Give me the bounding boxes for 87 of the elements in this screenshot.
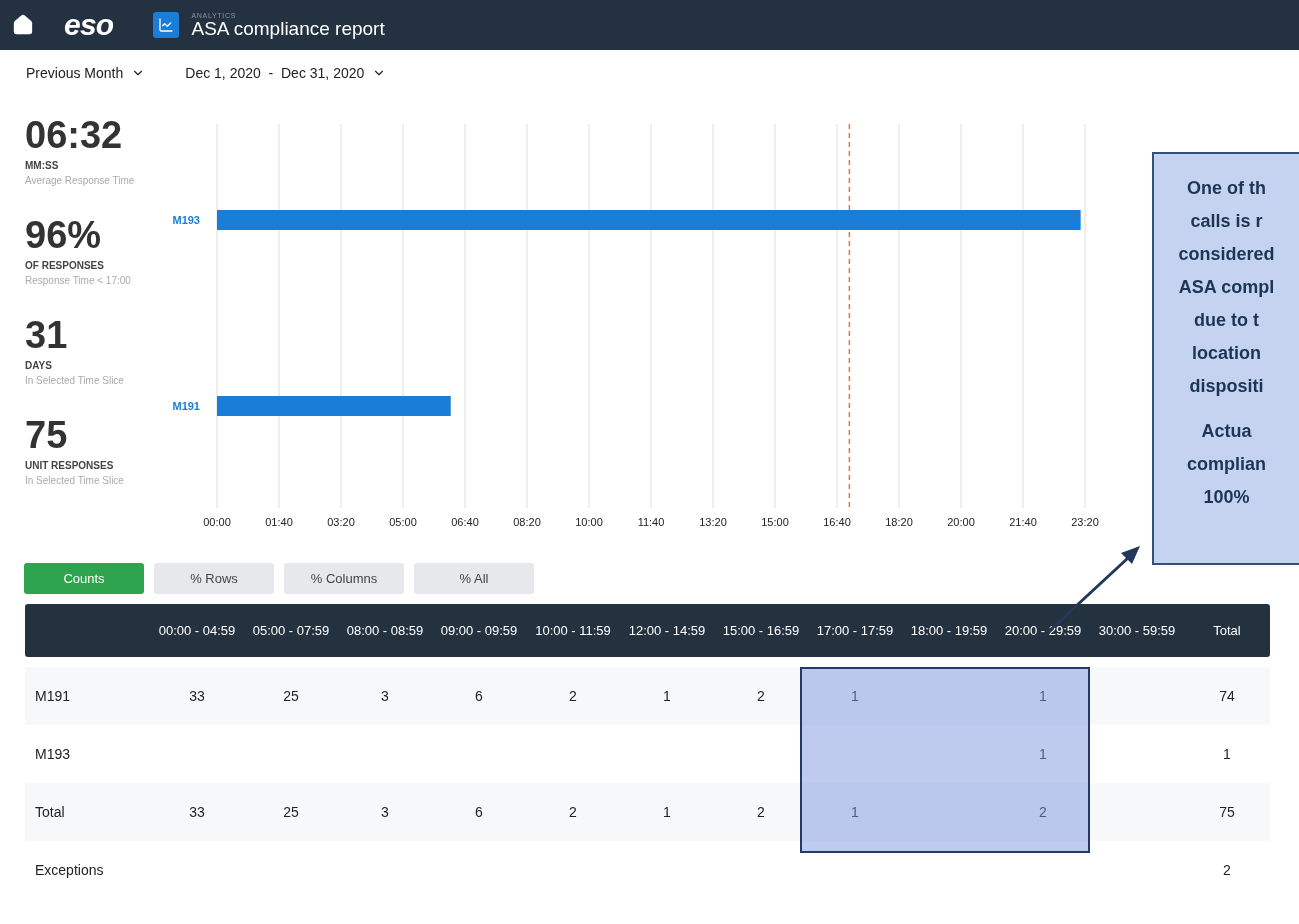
table-cell-text: 75 <box>1219 802 1235 822</box>
column-header: 05:00 - 07:59 <box>251 621 331 640</box>
chart-icon <box>153 12 180 38</box>
axis-tick-label: 05:00 <box>389 516 417 528</box>
stat-label: DAYS <box>25 359 53 373</box>
callout-text: 100% <box>1203 486 1250 509</box>
column-header: 15:00 - 16:59 <box>721 621 801 640</box>
stat-caption: In Selected Time Slice <box>25 374 125 388</box>
callout-text: One of th <box>1187 177 1266 200</box>
axis-tick-label: 06:40 <box>451 516 479 528</box>
axis-tick-label: 00:00 <box>203 516 231 528</box>
axis-tick-label: 13:20 <box>699 516 727 528</box>
date-range-dropdown[interactable]: Dec 1, 2020 - Dec 31, 2020 <box>185 62 387 84</box>
column-header: 08:00 - 08:59 <box>345 621 425 640</box>
stat-value: 06:32 <box>25 116 124 154</box>
table-cell-text: 1 <box>851 802 859 822</box>
table-cell-text: 1 <box>1039 744 1047 764</box>
table-cell-text: 3 <box>381 686 389 706</box>
table-cell-text: 33 <box>189 686 205 706</box>
axis-tick-label: 03:20 <box>327 516 355 528</box>
stat-value: 75 <box>25 416 69 454</box>
table-cell-text: 6 <box>475 686 483 706</box>
stat-caption: In Selected Time Slice <box>25 474 125 488</box>
period-dropdown[interactable]: Previous Month <box>26 62 146 84</box>
table-cell-text: 33 <box>189 802 205 822</box>
axis-tick-label: 01:40 <box>265 516 293 528</box>
table-cell-text: 2 <box>569 802 577 822</box>
axis-tick-label: 16:40 <box>823 516 851 528</box>
axis-tick-label: 08:20 <box>513 516 541 528</box>
home-button[interactable] <box>12 14 34 36</box>
table-cell-text: 25 <box>283 686 299 706</box>
column-header: 10:00 - 11:59 <box>534 621 612 640</box>
stat-label: MM:SS <box>25 159 60 173</box>
column-header: 18:00 - 19:59 <box>909 621 989 640</box>
column-header: 09:00 - 09:59 <box>439 621 519 640</box>
row-label: Exceptions <box>34 860 105 880</box>
bar-label: M193 <box>172 214 200 226</box>
table-cell-text: 2 <box>1039 802 1047 822</box>
table-cell-text: 74 <box>1219 686 1235 706</box>
bar-label: M191 <box>172 400 200 412</box>
callout-text: calls is r <box>1190 210 1263 233</box>
stat-caption: Response Time < 17:00 <box>25 274 132 288</box>
axis-tick-label: 18:20 <box>885 516 913 528</box>
view-tab[interactable]: % All <box>414 563 534 594</box>
axis-tick-label: 11:40 <box>637 516 665 528</box>
row-label: M193 <box>34 744 72 764</box>
callout-text: Actua <box>1201 420 1252 443</box>
table-cell-text: 2 <box>1223 860 1231 880</box>
table-cell-text: 2 <box>569 686 577 706</box>
axis-tick-label: 21:40 <box>1009 516 1037 528</box>
view-tab[interactable]: % Rows <box>154 563 274 594</box>
table-cell-text: 2 <box>757 802 765 822</box>
axis-tick-label: 20:00 <box>947 516 975 528</box>
callout-text: due to t <box>1194 309 1259 332</box>
callout-text: complian <box>1187 453 1266 476</box>
table-cell-text: 1 <box>851 686 859 706</box>
column-header: 30:00 - 59:59 <box>1097 621 1177 640</box>
column-header: 20:00 - 29:59 <box>1003 621 1083 640</box>
callout-text: ASA compl <box>1178 276 1275 299</box>
column-header: 00:00 - 04:59 <box>157 621 237 640</box>
page-title: ASA compliance report <box>191 19 385 38</box>
logo: eso <box>64 10 114 40</box>
stat-label: UNIT RESPONSES <box>25 459 115 473</box>
axis-tick-label: 15:00 <box>761 516 789 528</box>
callout-text: location <box>1192 342 1261 365</box>
stat-value: 31 <box>25 316 69 354</box>
column-header: 17:00 - 17:59 <box>815 621 895 640</box>
table-cell-text: 3 <box>381 802 389 822</box>
table-cell-text: 25 <box>283 802 299 822</box>
table-cell-text: 1 <box>663 802 671 822</box>
stat-caption: Average Response Time <box>25 174 136 188</box>
row-label: Total <box>34 802 66 822</box>
column-header: 12:00 - 14:59 <box>627 621 707 640</box>
table-cell-text: 1 <box>1223 744 1231 764</box>
table-cell-text: 1 <box>1039 686 1047 706</box>
callout-text: dispositi <box>1189 375 1264 398</box>
column-header: Total <box>1212 621 1242 640</box>
row-label: M191 <box>34 686 72 706</box>
view-tab[interactable]: % Columns <box>284 563 404 594</box>
stat-value: 96% <box>25 216 103 254</box>
callout-text: considered <box>1178 243 1275 266</box>
table-cell-text: 6 <box>475 802 483 822</box>
table-cell-text: 1 <box>663 686 671 706</box>
axis-tick-label: 10:00 <box>575 516 603 528</box>
table-cell-text: 2 <box>757 686 765 706</box>
stat-label: OF RESPONSES <box>25 259 105 273</box>
axis-tick-label: 23:20 <box>1071 516 1099 528</box>
